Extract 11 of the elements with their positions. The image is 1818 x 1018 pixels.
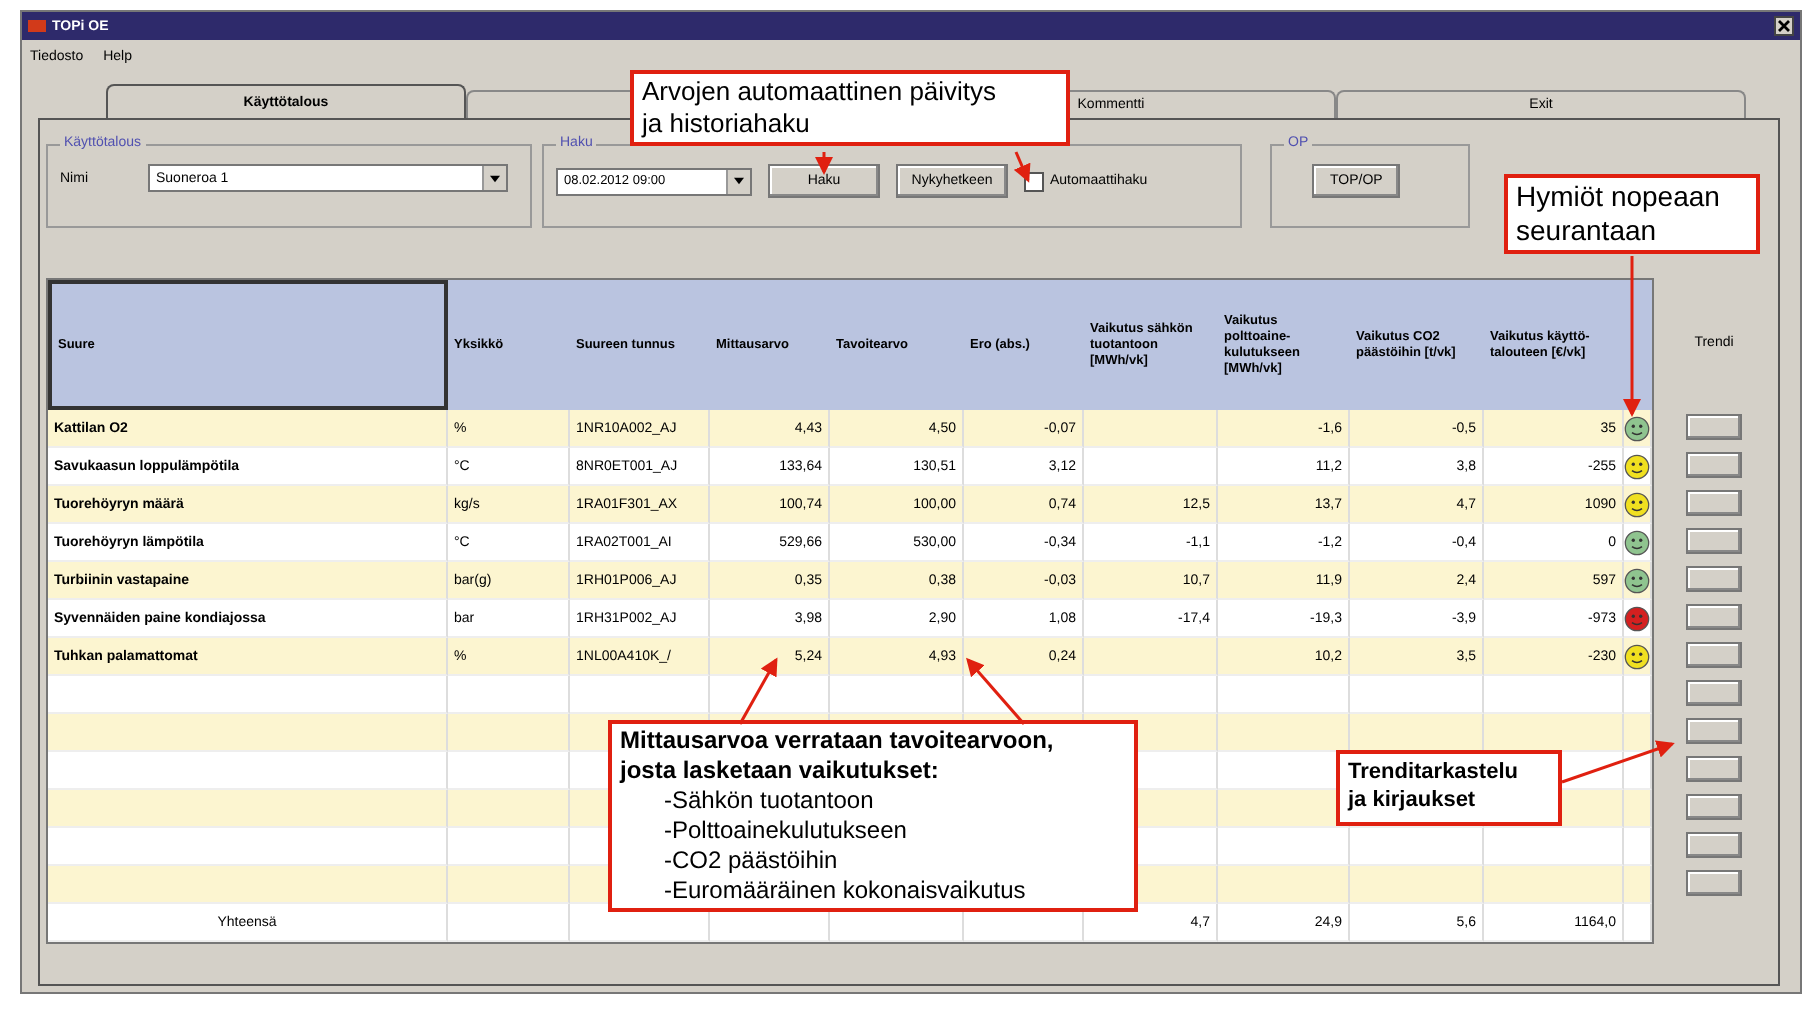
callout-text: ja historiahaku xyxy=(642,108,810,140)
callout-text: -CO2 päästöihin xyxy=(664,846,838,876)
callout-text: -Sähkön tuotantoon xyxy=(664,786,874,816)
callout-text: josta lasketaan vaikutukset: xyxy=(620,756,939,786)
callout-text: Trenditarkastelu xyxy=(1348,758,1518,786)
callout-text: seurantaan xyxy=(1516,214,1657,248)
callout-text: -Euromääräinen kokonaisvaikutus xyxy=(664,876,1026,906)
callout-text: -Polttoainekulutukseen xyxy=(664,816,907,846)
callout-text: Hymiöt nopeaan xyxy=(1516,180,1720,214)
callout-text: Mittausarvoa verrataan tavoitearvoon, xyxy=(620,726,1054,756)
callout-text: ja kirjaukset xyxy=(1348,786,1476,814)
